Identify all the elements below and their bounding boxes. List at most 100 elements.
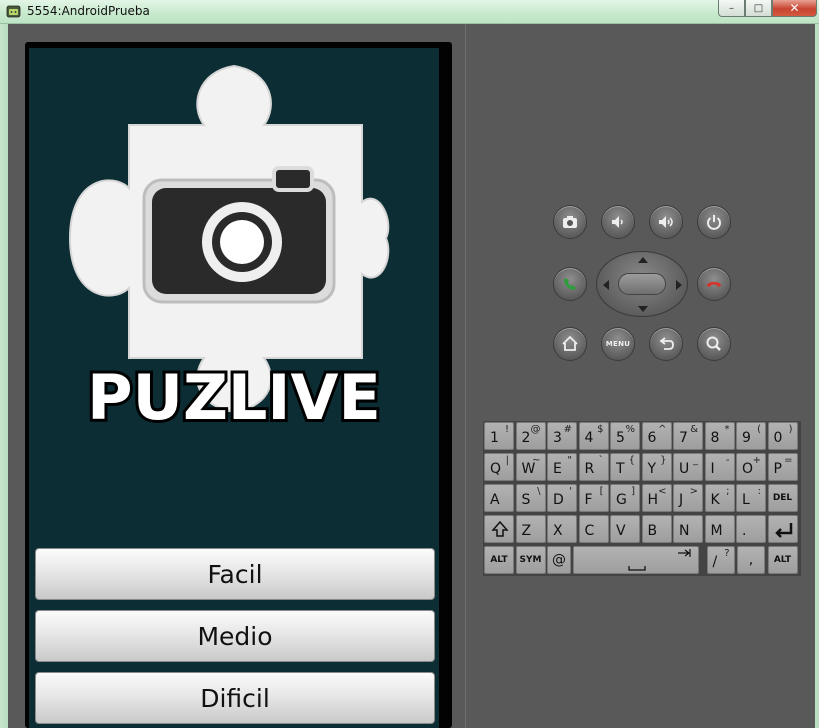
volume-down-button[interactable] (601, 205, 635, 239)
key-4[interactable]: 4 $ (578, 422, 609, 450)
key-k-label: K (710, 492, 720, 508)
key-5[interactable]: 5% (610, 422, 640, 450)
dpad[interactable] (596, 251, 688, 317)
key-k[interactable]: K; (704, 484, 735, 512)
end-call-button[interactable] (697, 267, 731, 301)
easy-button[interactable]: Facil (35, 548, 435, 600)
key-alt-right[interactable]: ALT (767, 546, 798, 574)
maximize-button[interactable]: □ (745, 0, 772, 17)
key-at[interactable]: @ (547, 546, 571, 574)
key-9[interactable]: 9( (736, 422, 766, 450)
puzlive-logo: PUZLIVE (68, 64, 390, 437)
key-y[interactable]: Y} (641, 453, 672, 481)
enter-icon (774, 523, 792, 538)
key-h[interactable]: H < (641, 484, 672, 512)
back-button[interactable] (649, 327, 683, 361)
key-n[interactable]: N (673, 515, 703, 543)
dpad-right-arrow-icon[interactable] (676, 280, 682, 290)
power-button[interactable] (697, 205, 731, 239)
dpad-down-arrow-icon[interactable] (638, 306, 648, 312)
key-del[interactable]: DEL (767, 484, 798, 512)
key-e[interactable]: E " (547, 453, 577, 481)
key-2-alt-label: @ (530, 424, 541, 435)
end-call-icon (707, 282, 721, 287)
key-0-label: 0 (773, 430, 783, 446)
key-j[interactable]: J > (673, 484, 703, 512)
hard-button[interactable]: Dificil (35, 672, 435, 724)
key-a[interactable]: A (484, 484, 514, 512)
key-i[interactable]: I- (704, 453, 735, 481)
medium-button[interactable]: Medio (35, 610, 435, 662)
key-p-alt-label: = (784, 455, 793, 466)
key-j-label: J (679, 492, 684, 508)
key-h-label: H (647, 492, 659, 508)
space-icon (627, 549, 691, 571)
key-6[interactable]: 6 ^ (641, 422, 672, 450)
key-e-label: E (553, 461, 562, 477)
key-comma[interactable]: , (737, 546, 765, 574)
key-6-alt-label: ^ (658, 424, 667, 435)
close-button[interactable]: ✕ (772, 0, 817, 17)
menu-button[interactable]: MENU (601, 327, 635, 361)
key-d[interactable]: D ' (547, 484, 577, 512)
key-sym[interactable]: SYM (515, 546, 546, 574)
key-2-label: 2 (521, 430, 531, 446)
key-u-label: U (679, 461, 690, 477)
key-c[interactable]: C (578, 515, 609, 543)
call-button[interactable] (553, 267, 587, 301)
key-s-alt-label: \ (537, 486, 541, 497)
key-f[interactable]: F[ (578, 484, 609, 512)
key-2[interactable]: 2 @ (515, 422, 546, 450)
key-g[interactable]: G] (610, 484, 640, 512)
key-j-alt-label: > (689, 486, 698, 497)
key-t[interactable]: T{ (610, 453, 640, 481)
key-8-alt-label: * (724, 424, 730, 435)
window-title: 5554:AndroidPrueba (27, 4, 150, 18)
key-x[interactable]: X (547, 515, 577, 543)
key-z-label: Z (521, 523, 532, 539)
key-shift[interactable] (484, 515, 514, 543)
key-7-label: 7 (679, 430, 688, 446)
key-0[interactable]: 0) (767, 422, 798, 450)
dpad-up-arrow-icon[interactable] (638, 257, 648, 263)
dpad-left-arrow-icon[interactable] (603, 280, 609, 290)
key-3[interactable]: 3 # (547, 422, 577, 450)
key-8[interactable]: 8 * (704, 422, 735, 450)
camera-icon (142, 166, 336, 304)
key-m[interactable]: M (704, 515, 735, 543)
key-q[interactable]: Q | (484, 453, 514, 481)
minimize-button[interactable]: – (718, 0, 745, 17)
key-d-alt-label: ' (569, 486, 572, 497)
key-q-alt-label: | (505, 455, 509, 466)
key-s[interactable]: S \ (515, 484, 546, 512)
dpad-center-button[interactable] (618, 273, 666, 295)
key-slash[interactable]: /? (706, 546, 735, 574)
key-1[interactable]: 1! (484, 422, 514, 450)
key-v-label: V (616, 523, 626, 539)
key-r[interactable]: R ` (578, 453, 609, 481)
key-z[interactable]: Z (515, 515, 546, 543)
key-enter[interactable] (767, 515, 798, 543)
key-alt-left[interactable]: ALT (484, 546, 514, 574)
key-d-label: D (553, 492, 564, 508)
key-r-label: R (584, 461, 595, 477)
key-u[interactable]: U _ (673, 453, 703, 481)
search-button[interactable] (697, 327, 731, 361)
key-v[interactable]: V (610, 515, 640, 543)
key-g-label: G (616, 492, 627, 508)
key-space[interactable] (572, 546, 699, 574)
home-button[interactable] (553, 327, 587, 361)
key-p[interactable]: P = (767, 453, 798, 481)
key-period[interactable]: . (736, 515, 766, 543)
key-sym-label: SYM (519, 555, 542, 565)
key-1-alt-label: ! (504, 424, 509, 435)
volume-up-button[interactable] (649, 205, 683, 239)
volume-down-icon (612, 216, 623, 228)
logo-text: PUZLIVE (87, 361, 381, 434)
key-b[interactable]: B (641, 515, 672, 543)
camera-button[interactable] (553, 205, 587, 239)
key-7[interactable]: 7 & (673, 422, 703, 450)
key-l[interactable]: L: (736, 484, 766, 512)
key-o[interactable]: O + (736, 453, 766, 481)
key-w[interactable]: W ~ (515, 453, 546, 481)
